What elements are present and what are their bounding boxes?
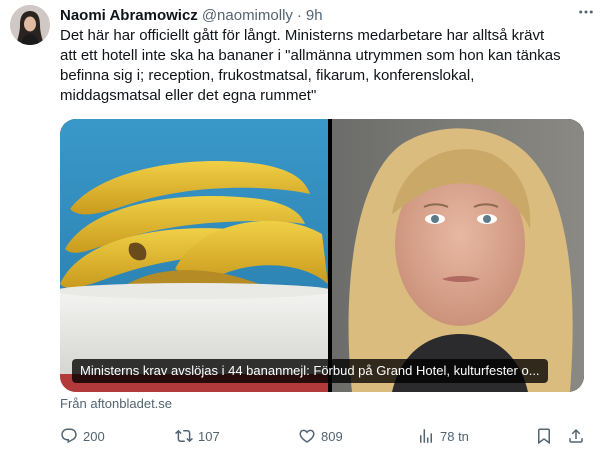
retweet-count: 107 [198, 428, 220, 444]
card-source[interactable]: Från aftonbladet.se [60, 396, 172, 411]
tweet-time[interactable]: 9h [306, 7, 323, 24]
tweet-text: Det här har officiellt gått för långt. M… [60, 27, 561, 104]
separator-dot: · [296, 6, 302, 24]
bookmark-icon [538, 428, 550, 445]
views-count: 78 tn [440, 428, 469, 444]
like-button[interactable]: 809 [298, 424, 343, 448]
tweet: Naomi Abramowicz @naomimolly · 9h Det hä… [0, 0, 600, 458]
avatar[interactable] [10, 5, 50, 45]
author-name[interactable]: Naomi Abramowicz [60, 7, 198, 24]
retweet-button[interactable]: 107 [175, 424, 220, 448]
bananas-image [60, 119, 334, 392]
card-caption[interactable]: Ministerns krav avslöjas i 44 bananmejl:… [72, 359, 548, 383]
like-count: 809 [321, 428, 343, 444]
author-handle[interactable]: @naomimolly [202, 7, 293, 24]
views-button[interactable]: 78 tn [417, 424, 469, 448]
bookmark-button[interactable] [535, 424, 558, 448]
link-card[interactable]: Ministerns krav avslöjas i 44 bananmejl:… [60, 119, 584, 392]
reply-button[interactable]: 200 [60, 424, 105, 448]
retweet-icon [175, 429, 193, 443]
reply-icon [61, 428, 77, 444]
share-button[interactable] [567, 424, 590, 448]
more-dots-icon[interactable] [576, 2, 596, 22]
share-icon [569, 428, 583, 443]
views-bar-chart-icon [420, 429, 432, 443]
minister-portrait-image [332, 119, 584, 392]
reply-count: 200 [83, 428, 105, 444]
tweet-header: Naomi Abramowicz @naomimolly · 9h [60, 5, 580, 25]
action-bar: 200 107 809 78 tn [60, 424, 590, 448]
heart-icon [299, 429, 315, 443]
